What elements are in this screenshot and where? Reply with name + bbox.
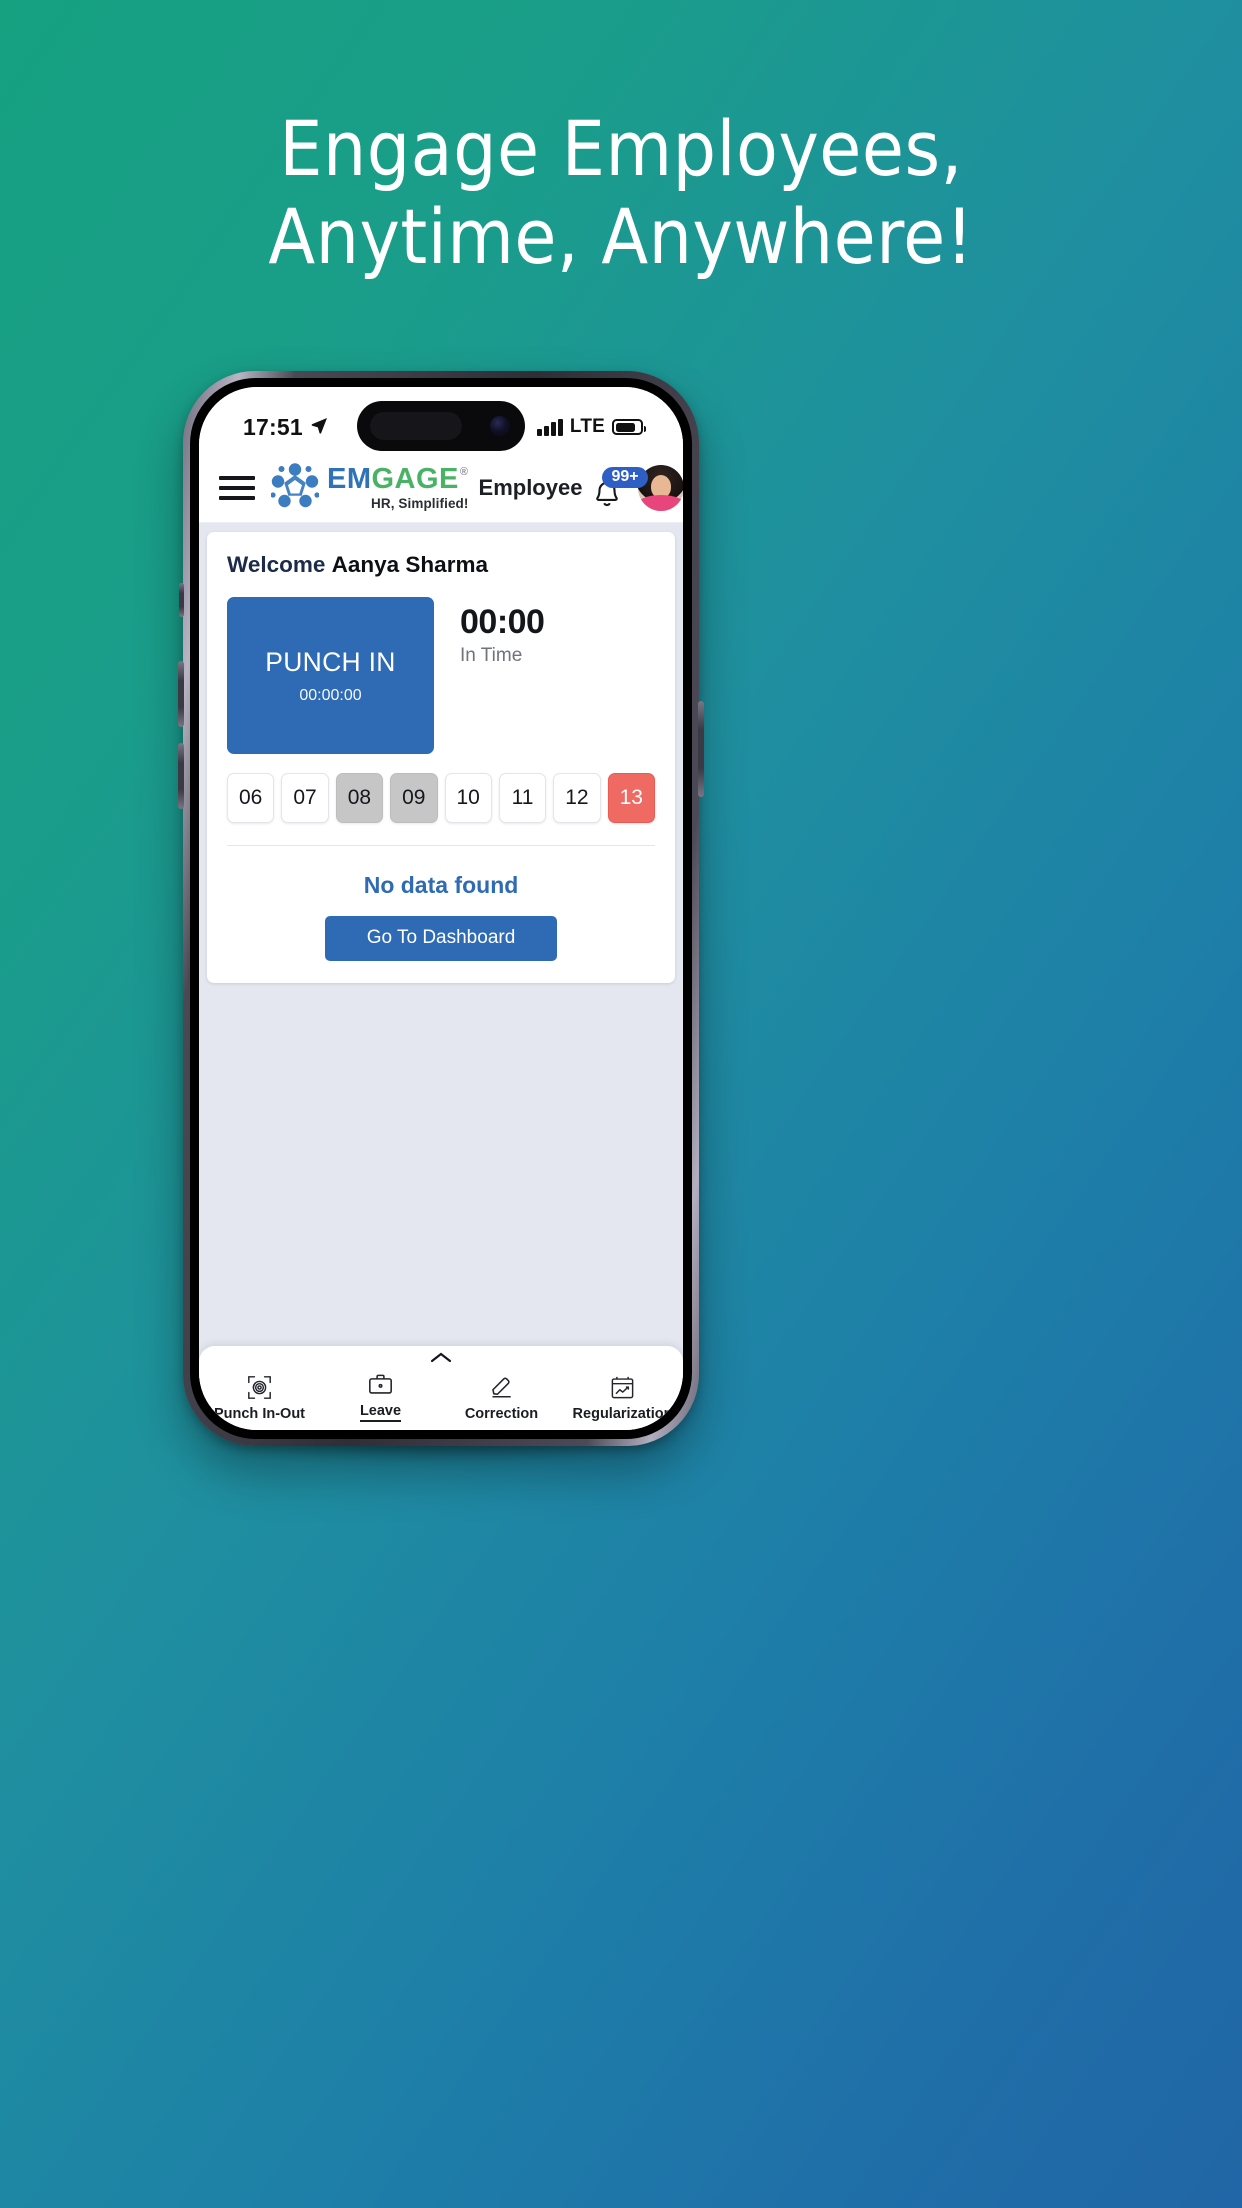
- tab-correction[interactable]: Correction: [441, 1372, 562, 1424]
- emgage-people-logo-icon: [270, 462, 320, 513]
- in-time-value: 00:00: [460, 603, 545, 641]
- go-to-dashboard-button[interactable]: Go To Dashboard: [324, 916, 558, 961]
- in-time-label: In Time: [460, 644, 523, 666]
- location-arrow-icon: [310, 414, 329, 441]
- date-chip-row: 06 07 08 09 10 11 12 13: [227, 773, 655, 823]
- brand-wordmark: EM GAGE ®: [327, 462, 469, 495]
- dynamic-island: [357, 401, 525, 451]
- headline-line-2: Anytime, Anywhere!: [268, 192, 974, 281]
- empty-state-text: No data found: [363, 872, 519, 898]
- employee-name: Aanya Sharma: [331, 552, 488, 577]
- date-chip[interactable]: 12: [553, 773, 601, 823]
- date-chip[interactable]: 07: [281, 773, 329, 823]
- tab-punch-in-out[interactable]: Punch In-Out: [199, 1372, 320, 1424]
- role-label: Employee: [478, 474, 583, 500]
- date-chip[interactable]: 09: [390, 773, 438, 823]
- fingerprint-scan-icon: [246, 1372, 273, 1402]
- island-pill: [370, 412, 462, 440]
- notification-badge: 99+: [602, 466, 648, 488]
- signal-bars-icon: [537, 418, 563, 436]
- punch-in-button[interactable]: PUNCH IN 00:00:00: [227, 597, 434, 754]
- phone-volume-down-button[interactable]: [178, 743, 184, 809]
- date-chip-today[interactable]: 13: [607, 773, 655, 823]
- header-right-group: Employee 99+: [478, 464, 683, 511]
- tab-label: Leave: [359, 1403, 402, 1422]
- date-chip[interactable]: 10: [444, 773, 492, 823]
- brand-word-em: EM: [327, 462, 372, 495]
- chevron-up-icon[interactable]: [199, 1351, 683, 1369]
- status-bar-right: LTE: [537, 416, 646, 438]
- card-divider: [227, 845, 655, 846]
- app-content: Welcome Aanya Sharma PUNCH IN 00:00:00 0…: [199, 523, 683, 1430]
- front-camera-icon: [490, 416, 510, 436]
- phone-silence-switch[interactable]: [179, 583, 184, 617]
- tab-label: Correction: [464, 1406, 539, 1422]
- network-label: LTE: [569, 416, 605, 437]
- punch-row: PUNCH IN 00:00:00 00:00 In Time: [227, 597, 655, 754]
- date-chip[interactable]: 11: [498, 773, 547, 823]
- briefcase-icon: [367, 1369, 394, 1399]
- date-chip[interactable]: 08: [335, 773, 384, 823]
- date-chip[interactable]: 06: [227, 773, 275, 823]
- notification-bell-button[interactable]: 99+: [590, 466, 648, 509]
- brand-text: EM GAGE ® HR, Simplified!: [327, 462, 469, 511]
- welcome-label: Welcome: [227, 552, 326, 577]
- tab-list: Punch In-Out Leave Correction Regulariza…: [199, 1369, 683, 1424]
- calendar-chart-icon: [609, 1372, 636, 1402]
- in-time-block: 00:00 In Time: [434, 597, 545, 667]
- app-header: EM GAGE ® HR, Simplified! Employee 99+: [199, 453, 683, 523]
- pencil-edit-icon: [488, 1372, 515, 1402]
- headline-line-1: Engage Employees,: [279, 104, 963, 193]
- attendance-card: Welcome Aanya Sharma PUNCH IN 00:00:00 0…: [207, 532, 675, 983]
- registered-mark: ®: [459, 465, 469, 478]
- brand-logo[interactable]: EM GAGE ® HR, Simplified!: [270, 462, 469, 513]
- status-bar-left: 17:51: [243, 414, 329, 441]
- brand-word-gage: GAGE: [371, 462, 459, 495]
- promo-headline: Engage Employees, Anytime, Anywhere!: [0, 105, 1242, 281]
- tab-label: Punch In-Out: [213, 1406, 305, 1422]
- punch-in-label: PUNCH IN: [265, 646, 396, 677]
- tab-regularization[interactable]: Regularization: [562, 1372, 683, 1424]
- tab-leave[interactable]: Leave: [320, 1369, 441, 1424]
- hamburger-menu-icon[interactable]: [219, 474, 255, 502]
- status-bar: 17:51 LTE: [199, 387, 683, 453]
- avatar-shirt: [638, 494, 683, 511]
- phone-power-button[interactable]: [698, 701, 704, 797]
- phone-bezel: 17:51 LTE EM GAGE ® HR, Simplified! Empl…: [190, 378, 692, 1439]
- phone-volume-up-button[interactable]: [178, 661, 184, 727]
- punch-in-timer: 00:00:00: [299, 686, 362, 704]
- dashboard-button-wrap: Go To Dashboard: [227, 916, 655, 961]
- tab-label: Regularization: [572, 1406, 673, 1422]
- brand-tagline: HR, Simplified!: [371, 495, 469, 511]
- phone-mockup: 17:51 LTE EM GAGE ® HR, Simplified! Empl…: [178, 371, 704, 1446]
- battery-icon: [612, 419, 646, 435]
- phone-screen: 17:51 LTE EM GAGE ® HR, Simplified! Empl…: [199, 387, 683, 1430]
- status-bar-time: 17:51: [243, 413, 303, 440]
- bottom-tab-bar: Punch In-Out Leave Correction Regulariza…: [199, 1346, 683, 1430]
- welcome-row: Welcome Aanya Sharma: [227, 552, 655, 578]
